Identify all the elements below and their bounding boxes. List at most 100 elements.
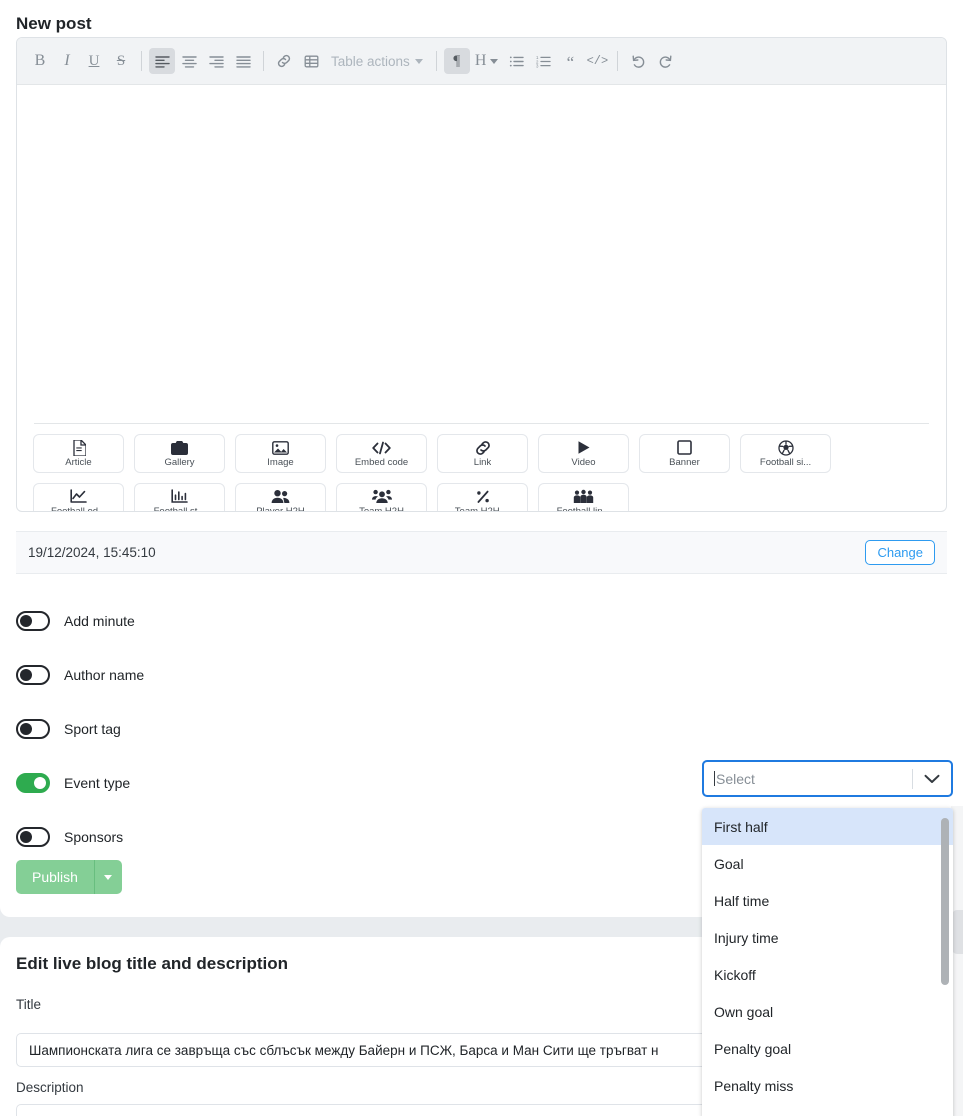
block-label: Banner — [669, 456, 700, 468]
block-button-team-h2h-percent[interactable]: Team H2H ... — [437, 483, 528, 512]
two-people-icon — [271, 489, 290, 505]
toggle-event-type[interactable] — [16, 773, 50, 793]
underline-icon[interactable]: U — [81, 48, 107, 74]
strikethrough-icon[interactable]: S — [108, 48, 134, 74]
option-kickoff[interactable]: Kickoff — [702, 956, 953, 993]
option-list-scrollbar[interactable] — [941, 818, 949, 985]
page-title: New post — [16, 14, 92, 33]
chevron-down-icon — [414, 58, 423, 64]
italic-icon[interactable]: I — [54, 48, 80, 74]
image-icon — [272, 440, 289, 456]
play-icon — [577, 440, 591, 456]
block-button-gallery[interactable]: Gallery — [134, 434, 225, 473]
rich-text-editor: B I U S Table actions ¶ H 1 2 3 “ </> Ar… — [16, 37, 947, 512]
bold-icon[interactable]: B — [27, 48, 53, 74]
editor-toolbar: B I U S Table actions ¶ H 1 2 3 “ </> — [17, 38, 946, 85]
svg-text:3: 3 — [536, 63, 539, 68]
editor-content-area[interactable] — [17, 85, 946, 423]
toggle-label: Event type — [64, 775, 131, 791]
timestamp-bar: 19/12/2024, 15:45:10 Change — [16, 531, 947, 574]
redo-icon[interactable] — [652, 48, 678, 74]
option-penalty-goal[interactable]: Penalty goal — [702, 1030, 953, 1067]
toggle-author-name[interactable] — [16, 665, 50, 685]
block-button-video[interactable]: Video — [538, 434, 629, 473]
option-penalty-miss[interactable]: Penalty miss — [702, 1067, 953, 1104]
toggle-label: Sponsors — [64, 829, 124, 845]
app-root: New post B I U S Table actions ¶ H 1 2 3… — [0, 0, 963, 1116]
blockquote-icon[interactable]: “ — [557, 48, 583, 74]
align-center-icon[interactable] — [176, 48, 202, 74]
code-icon — [372, 440, 391, 456]
block-button-football-single[interactable]: Football si... — [740, 434, 831, 473]
toggle-sport-tag[interactable] — [16, 719, 50, 739]
toolbar-divider — [435, 51, 437, 71]
table-actions-dropdown[interactable]: Table actions — [325, 54, 429, 69]
table-icon[interactable] — [298, 48, 324, 74]
block-button-team-h2h[interactable]: Team H2H — [336, 483, 427, 511]
option-first-half[interactable]: First half — [702, 808, 953, 845]
block-button-link[interactable]: Link — [437, 434, 528, 473]
event-type-select-placeholder: Select — [716, 770, 755, 787]
percent-icon — [475, 489, 491, 505]
block-button-image[interactable]: Image — [235, 434, 326, 473]
option-own-goal[interactable]: Own goal — [702, 993, 953, 1030]
toggle-label: Add minute — [64, 613, 135, 629]
article-icon — [72, 439, 86, 456]
event-type-option-list[interactable]: First half Goal Half time Injury time Ki… — [702, 808, 953, 1116]
block-label: Video — [571, 456, 596, 468]
toggle-row-author-name: Author name — [16, 648, 947, 702]
numbered-list-icon[interactable]: 1 2 3 — [530, 48, 556, 74]
heading-dropdown[interactable]: H — [471, 52, 503, 70]
align-right-icon[interactable] — [203, 48, 229, 74]
publish-button[interactable]: Publish — [16, 860, 94, 894]
block-label: Team H2H ... — [454, 505, 511, 512]
toolbar-divider — [617, 51, 619, 71]
block-button-football-lineup[interactable]: Football lin... — [538, 483, 629, 511]
square-icon — [677, 440, 692, 456]
block-button-banner[interactable]: Banner — [639, 434, 730, 473]
table-actions-label: Table actions — [331, 53, 410, 69]
block-button-football-odds[interactable]: Football od... — [33, 483, 124, 512]
event-type-select-control[interactable]: Select — [702, 760, 953, 797]
heading-icon: H — [474, 52, 487, 69]
bar-chart-icon — [171, 489, 188, 505]
block-label: Gallery — [164, 456, 195, 468]
link-icon[interactable] — [271, 48, 297, 74]
title-field-label: Title — [16, 997, 42, 1012]
block-button-article[interactable]: Article — [33, 434, 124, 473]
toggle-label: Author name — [64, 667, 145, 683]
football-icon — [777, 439, 794, 456]
block-button-embed-code[interactable]: Embed code — [336, 434, 427, 473]
toggle-add-minute[interactable] — [16, 611, 50, 631]
block-button-football-stats[interactable]: Football st... — [134, 483, 225, 511]
publish-button-group: Publish — [16, 860, 122, 894]
camera-icon — [171, 440, 188, 456]
toggle-sponsors[interactable] — [16, 827, 50, 847]
block-insert-toolbar: Article Gallery Image Embed code Link Vi… — [17, 424, 946, 512]
chevron-down-icon — [104, 874, 113, 880]
block-label: Article — [65, 456, 92, 468]
bullet-list-icon[interactable] — [503, 48, 529, 74]
option-injury-time[interactable]: Injury time — [702, 919, 953, 956]
undo-icon[interactable] — [625, 48, 651, 74]
align-left-icon[interactable] — [149, 48, 175, 74]
timestamp-value: 19/12/2024, 15:45:10 — [28, 545, 156, 560]
lineup-icon — [573, 489, 594, 505]
paragraph-icon[interactable]: ¶ — [443, 48, 470, 74]
publish-options-button[interactable] — [93, 860, 122, 894]
option-half-time[interactable]: Half time — [702, 882, 953, 919]
toggle-label: Sport tag — [64, 721, 121, 737]
text-cursor — [714, 771, 715, 786]
align-justify-icon[interactable] — [230, 48, 256, 74]
block-label: Football od... — [51, 505, 106, 512]
block-label: Player H2H — [256, 505, 305, 512]
change-timestamp-button[interactable]: Change — [865, 540, 935, 565]
block-label: Embed code — [354, 456, 409, 468]
panel-resize-handle[interactable] — [952, 910, 963, 954]
option-goal[interactable]: Goal — [702, 845, 953, 882]
block-button-player-h2h[interactable]: Player H2H — [235, 483, 326, 512]
event-type-select: Select First half Goal Half time Injury … — [702, 760, 953, 1116]
block-label: Link — [473, 456, 492, 468]
chevron-down-icon[interactable] — [913, 774, 951, 784]
code-block-icon[interactable]: </> — [584, 48, 610, 74]
